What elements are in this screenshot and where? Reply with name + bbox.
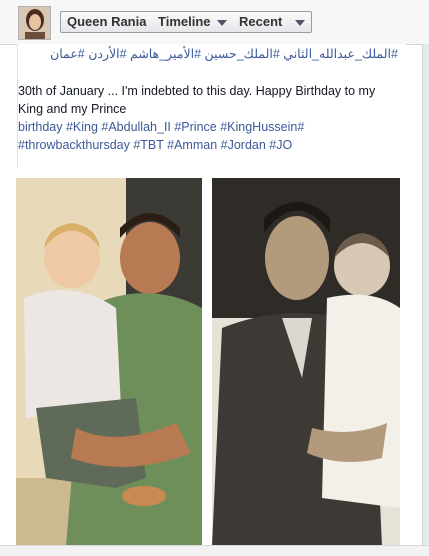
profile-nav-bar: Queen Rania Timeline Recent xyxy=(0,0,429,45)
scrollbar[interactable] xyxy=(422,44,429,555)
post-photo[interactable] xyxy=(8,168,403,553)
caption-line-1: 30th of January ... I'm indebted to this… xyxy=(18,84,376,98)
photo-left xyxy=(16,178,202,546)
timeline-label: Timeline xyxy=(158,14,211,29)
chevron-down-icon xyxy=(217,20,227,26)
arabic-hashtags[interactable]: #الملك_عبدالله_الثاني #الملك_حسين #الأمي… xyxy=(18,45,398,63)
recent-label: Recent xyxy=(239,14,283,29)
recent-dropdown[interactable]: Recent xyxy=(233,11,312,33)
chevron-down-icon xyxy=(295,20,305,26)
timeline-dropdown[interactable]: Timeline xyxy=(152,11,234,33)
photo-right xyxy=(212,178,400,546)
hashtags-line-1[interactable]: birthday #King #Abdullah_II #Prince #Kin… xyxy=(18,118,398,136)
bottom-edge xyxy=(0,545,429,556)
avatar[interactable] xyxy=(18,6,51,40)
profile-name-label: Queen Rania xyxy=(67,14,147,29)
hashtags-line-2[interactable]: #throwbackthursday #TBT #Amman #Jordan #… xyxy=(18,136,398,154)
caption-line-2: King and my Prince xyxy=(18,102,127,116)
profile-name-button[interactable]: Queen Rania xyxy=(60,11,153,33)
